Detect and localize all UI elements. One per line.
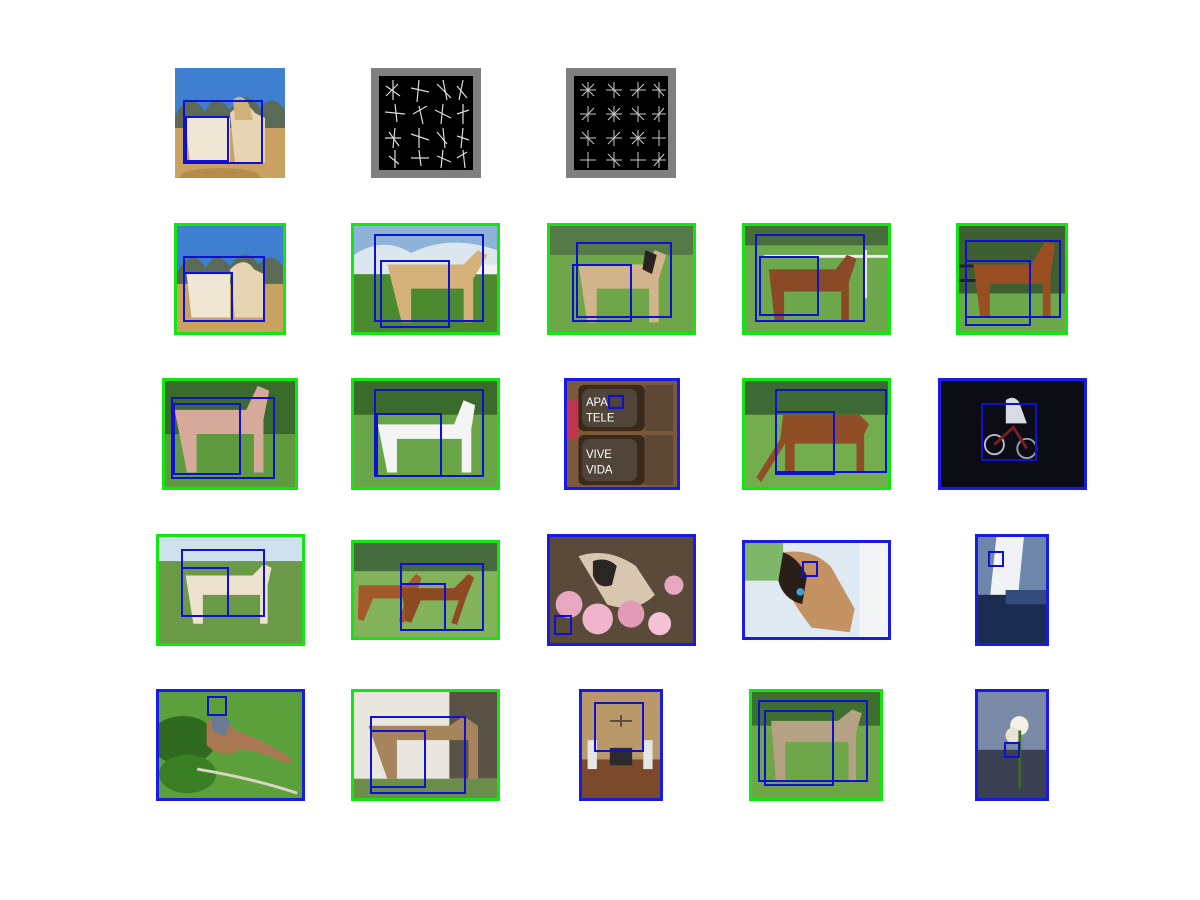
detection-box bbox=[981, 403, 1037, 461]
detection-box bbox=[988, 551, 1004, 567]
detection-box bbox=[183, 272, 233, 322]
detection-box bbox=[376, 413, 442, 477]
detection-tile-cream-horse-pasture bbox=[156, 534, 305, 646]
detection-tile-flower-window bbox=[975, 689, 1049, 801]
detection-tile-pony-grass bbox=[749, 689, 883, 801]
detection-box bbox=[185, 116, 229, 162]
detection-tile-sailboat bbox=[975, 534, 1049, 646]
detection-box bbox=[608, 395, 624, 409]
detection-box bbox=[965, 260, 1031, 326]
detection-tile-cat-flowers bbox=[547, 534, 696, 646]
detection-tile-horse-stable bbox=[351, 689, 500, 801]
detection-box bbox=[554, 615, 572, 635]
detection-tile-cyclist-night bbox=[938, 378, 1087, 490]
svg-text:APA: APA bbox=[586, 397, 608, 409]
detection-tile-buckskin-horse-field bbox=[547, 223, 696, 335]
detection-box bbox=[173, 403, 241, 475]
detection-box bbox=[380, 260, 450, 328]
detection-box bbox=[572, 264, 632, 322]
detection-box bbox=[400, 583, 446, 631]
detection-tile-palomino-field bbox=[351, 223, 500, 335]
svg-text:VIDA: VIDA bbox=[586, 464, 613, 476]
detection-tile-grazing-horse bbox=[742, 378, 891, 490]
detection-tile-horses-sky-trees bbox=[174, 223, 286, 335]
detection-box bbox=[207, 696, 227, 716]
detection-box bbox=[181, 567, 229, 617]
detection-box bbox=[759, 256, 819, 316]
query-image bbox=[175, 68, 285, 178]
detection-box bbox=[775, 411, 835, 475]
svg-text:TELE: TELE bbox=[586, 412, 615, 424]
detection-box bbox=[594, 702, 644, 752]
svg-text:VIVE: VIVE bbox=[586, 449, 612, 461]
detection-tile-pinkish-horse-trees bbox=[162, 378, 298, 490]
detection-box bbox=[370, 730, 426, 788]
detection-tile-running-horses bbox=[351, 540, 500, 640]
detection-tile-white-horse-field bbox=[351, 378, 500, 490]
detection-tile-brown-horse-trees bbox=[956, 223, 1068, 335]
detection-tile-bird-leaves bbox=[156, 689, 305, 801]
feature-visualization-negative bbox=[566, 68, 676, 178]
detection-tile-room-interior bbox=[579, 689, 663, 801]
detection-box bbox=[802, 561, 818, 577]
detection-tile-brown-horse-fence bbox=[742, 223, 891, 335]
feature-visualization-positive bbox=[371, 68, 481, 178]
detection-box bbox=[764, 710, 834, 786]
detection-box bbox=[1004, 742, 1020, 758]
detection-tile-old-televisions: APA TELE VIVE VIDA bbox=[564, 378, 680, 490]
detection-tile-siamese-cat bbox=[742, 540, 891, 640]
